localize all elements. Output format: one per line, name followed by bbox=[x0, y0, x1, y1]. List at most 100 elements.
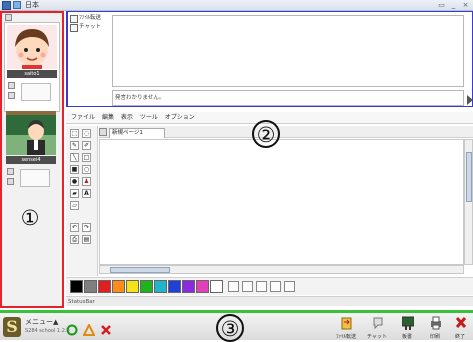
volume-meter bbox=[21, 83, 51, 101]
teacher-avatar bbox=[6, 111, 56, 155]
color-swatch-green[interactable] bbox=[140, 280, 153, 293]
color-swatch-red[interactable] bbox=[98, 280, 111, 293]
marker-icon[interactable]: ✐ bbox=[82, 141, 91, 150]
participant-card[interactable]: sensei4 bbox=[4, 109, 60, 187]
print-button[interactable]: 印刷 bbox=[424, 315, 446, 341]
menu-tools[interactable]: ツール bbox=[140, 112, 158, 124]
brand-logo-icon[interactable]: S bbox=[3, 317, 21, 337]
mic-icon[interactable] bbox=[8, 82, 15, 89]
close-icon[interactable]: × bbox=[461, 1, 470, 9]
chat-input[interactable]: 発言わかりません。 bbox=[112, 90, 464, 106]
horizontal-scrollbar[interactable] bbox=[99, 265, 464, 274]
print-icon[interactable]: ⎙ bbox=[70, 235, 79, 244]
panel-settings-icon[interactable] bbox=[5, 14, 12, 21]
app-icon bbox=[2, 1, 11, 10]
page-tab[interactable]: 新規ページ1 bbox=[109, 128, 165, 138]
save-icon[interactable]: ▤ bbox=[82, 235, 91, 244]
color-swatch-white[interactable] bbox=[210, 280, 223, 293]
participant-panel: saito1 sensei4 ① bbox=[0, 11, 64, 308]
maximize-icon[interactable]: _ bbox=[449, 1, 458, 9]
filled-rect-icon[interactable]: ■ bbox=[70, 165, 79, 174]
status-bar: StatusBar bbox=[66, 296, 473, 306]
title-bar: 日本 ▭ _ × bbox=[0, 0, 473, 11]
fill-icon[interactable]: ▰ bbox=[70, 189, 79, 198]
menu-button[interactable]: メニュー▲ bbox=[25, 317, 58, 327]
text-icon[interactable]: A bbox=[82, 189, 91, 198]
color-swatch-yellow[interactable] bbox=[126, 280, 139, 293]
student-avatar bbox=[7, 25, 57, 69]
lasso-icon[interactable]: ◌ bbox=[82, 129, 91, 138]
scroll-thumb[interactable] bbox=[110, 267, 170, 273]
tool-label: チャット bbox=[367, 334, 387, 340]
pencil-icon[interactable] bbox=[256, 281, 267, 292]
print-icon bbox=[430, 316, 442, 330]
tool-label: ﾌｧｲﾙ転送 bbox=[335, 334, 356, 340]
file-transfer-icon bbox=[341, 316, 353, 330]
file-transfer-button[interactable]: ﾌｧｲﾙ転送 bbox=[335, 315, 357, 341]
copy-icon[interactable] bbox=[242, 281, 253, 292]
stamp-icon[interactable]: ♟ bbox=[82, 177, 91, 186]
menu-view[interactable]: 表示 bbox=[121, 112, 133, 124]
callout-3: ③ bbox=[216, 314, 244, 342]
select-icon[interactable]: ⬚ bbox=[70, 129, 79, 138]
scroll-thumb[interactable] bbox=[466, 152, 472, 202]
chat-log[interactable] bbox=[112, 15, 464, 87]
circle-icon[interactable] bbox=[66, 321, 78, 336]
participant-name: sensei4 bbox=[6, 156, 56, 164]
line-icon[interactable]: ╲ bbox=[70, 153, 79, 162]
rectangle-icon[interactable]: □ bbox=[82, 153, 91, 162]
pen-icon[interactable]: ✎ bbox=[70, 141, 79, 150]
menu-file[interactable]: ファイル bbox=[71, 112, 95, 124]
new-page-icon[interactable] bbox=[99, 128, 107, 136]
triangle-icon[interactable] bbox=[82, 321, 96, 336]
ellipse-icon[interactable]: ○ bbox=[82, 165, 91, 174]
menu-options[interactable]: オプション bbox=[165, 112, 195, 124]
window-title: 日本 bbox=[25, 1, 39, 9]
vertical-scrollbar[interactable] bbox=[464, 139, 473, 265]
filled-ellipse-icon[interactable]: ● bbox=[70, 177, 79, 186]
mic-icon[interactable] bbox=[7, 168, 14, 175]
tool-label: 印刷 bbox=[429, 334, 440, 340]
redo-icon[interactable]: ↷ bbox=[82, 223, 91, 232]
cross-icon[interactable] bbox=[100, 321, 112, 335]
camera-icon[interactable] bbox=[7, 178, 14, 185]
color-swatch-gray[interactable] bbox=[84, 280, 97, 293]
stamp-icon[interactable] bbox=[284, 281, 295, 292]
chat-tab-list: ﾌｧｲﾙ転送 チャット bbox=[70, 14, 110, 36]
color-swatch-blue[interactable] bbox=[168, 280, 181, 293]
transfer-icon bbox=[70, 15, 78, 23]
chat-button[interactable]: チャット bbox=[366, 315, 388, 341]
volume-meter bbox=[20, 169, 50, 187]
camera-icon[interactable] bbox=[8, 92, 15, 99]
undo-icon[interactable]: ↶ bbox=[70, 223, 79, 232]
tab-file-transfer[interactable]: ﾌｧｲﾙ転送 bbox=[70, 14, 112, 23]
color-swatch-purple[interactable] bbox=[182, 280, 195, 293]
window-icon bbox=[13, 1, 21, 9]
participant-card[interactable]: saito1 bbox=[4, 22, 60, 112]
image-icon[interactable] bbox=[270, 281, 281, 292]
version-label: S284 school 1.2.0 bbox=[25, 328, 70, 334]
color-palette bbox=[66, 277, 473, 295]
menu-edit[interactable]: 編集 bbox=[102, 112, 114, 124]
bottom-toolbar: S メニュー▲ S284 school 1.2.0 ③ ﾌｧｲﾙ転送 チャット … bbox=[0, 310, 473, 342]
page-tab-row: 新規ページ1 bbox=[99, 126, 473, 138]
tool-label: 板書 bbox=[401, 334, 412, 340]
callout-2: ② bbox=[252, 120, 280, 148]
color-swatch-orange[interactable] bbox=[112, 280, 125, 293]
color-swatch-cyan[interactable] bbox=[154, 280, 167, 293]
tool-label: 終了 bbox=[454, 334, 465, 340]
tab-chat[interactable]: チャット bbox=[70, 23, 112, 32]
exit-button[interactable]: 終了 bbox=[449, 315, 471, 341]
send-icon[interactable] bbox=[467, 90, 473, 105]
minimize-icon[interactable]: ▭ bbox=[437, 1, 446, 9]
color-swatch-magenta[interactable] bbox=[196, 280, 209, 293]
exit-icon bbox=[455, 316, 467, 330]
tool-palette: ⬚ ◌ ✎ ✐ ╲ □ ■ ○ ● ♟ ▰ A ▱ ↶ ↷ ⎙ ▤ bbox=[66, 126, 98, 276]
whiteboard-canvas[interactable] bbox=[99, 139, 464, 265]
color-swatch-black[interactable] bbox=[70, 280, 83, 293]
participant-name: saito1 bbox=[7, 70, 57, 78]
chat-icon bbox=[70, 24, 78, 32]
board-button[interactable]: 板書 bbox=[396, 315, 418, 341]
eraser-icon[interactable]: ▱ bbox=[70, 201, 79, 210]
layer-icon[interactable] bbox=[228, 281, 239, 292]
